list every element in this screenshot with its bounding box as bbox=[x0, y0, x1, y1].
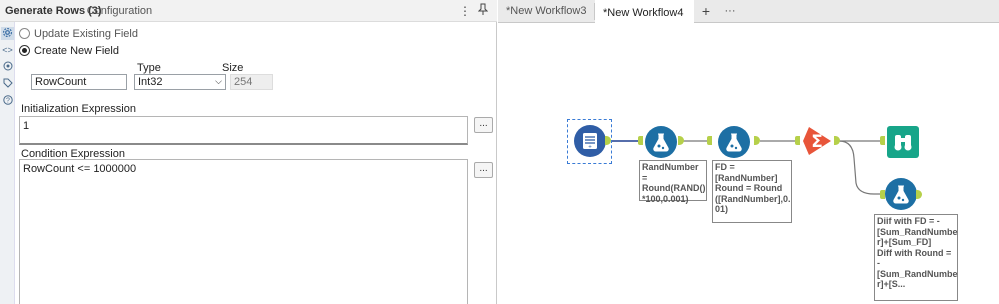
browse-binoculars-icon[interactable] bbox=[887, 126, 919, 158]
generate-rows-icon: + bbox=[574, 125, 606, 157]
formula-2-annotation: FD = [RandNumber] Round = Round ([RandNu… bbox=[712, 160, 792, 223]
init-expression-value: 1 bbox=[23, 120, 30, 132]
create-new-radio[interactable] bbox=[19, 45, 30, 56]
condition-expression-builder-button[interactable]: ... bbox=[474, 162, 493, 178]
config-subtitle: - Configuration bbox=[80, 5, 153, 17]
formula-flask-icon[interactable] bbox=[645, 126, 677, 158]
svg-text:?: ? bbox=[6, 98, 10, 105]
workflow-canvas[interactable]: + RandNumber = Round(RAND() *100,0.001) … bbox=[498, 23, 999, 304]
gear-icon[interactable] bbox=[1, 27, 14, 40]
input-anchor[interactable] bbox=[638, 136, 643, 145]
field-name-input[interactable]: RowCount bbox=[31, 74, 127, 90]
input-anchor[interactable] bbox=[707, 136, 712, 145]
code-icon[interactable]: <> bbox=[1, 44, 14, 57]
input-anchor[interactable] bbox=[795, 136, 800, 145]
configuration-panel: Generate Rows (3) - Configuration ⋮ <> ?… bbox=[0, 0, 497, 304]
size-label: Size bbox=[222, 62, 244, 74]
tab-new-workflow3[interactable]: *New Workflow3 bbox=[498, 0, 594, 23]
svg-text:+: + bbox=[588, 145, 592, 151]
condition-expression-editor[interactable]: RowCount <= 1000000 bbox=[19, 159, 468, 304]
init-expression-label: Initialization Expression bbox=[21, 103, 136, 115]
update-existing-label: Update Existing Field bbox=[34, 28, 138, 40]
plus-icon: + bbox=[701, 3, 711, 19]
create-new-label: Create New Field bbox=[34, 45, 119, 57]
config-side-rail: <> ? bbox=[0, 22, 15, 304]
svg-text:Σ: Σ bbox=[811, 132, 823, 152]
connector-5 bbox=[838, 140, 880, 195]
tab-label: *New Workflow3 bbox=[506, 5, 587, 17]
tab-new-workflow4[interactable]: *New Workflow4 × bbox=[595, 0, 694, 42]
size-input: 254 bbox=[230, 74, 273, 90]
more-tabs-button[interactable]: ··· bbox=[718, 0, 742, 23]
condition-expression-value: RowCount <= 1000000 bbox=[23, 163, 137, 175]
init-expression-editor[interactable]: 1 bbox=[19, 116, 468, 145]
type-select[interactable]: Int32 ⌵ bbox=[134, 74, 226, 90]
input-anchor[interactable] bbox=[880, 136, 885, 145]
more-icon: ··· bbox=[724, 5, 736, 17]
tab-label: *New Workflow4 bbox=[603, 7, 684, 19]
config-header: Generate Rows (3) - Configuration ⋮ bbox=[0, 0, 497, 22]
update-existing-radio[interactable] bbox=[19, 28, 30, 39]
chevron-down-icon: ⌵ bbox=[215, 76, 222, 86]
summarize-sigma-icon[interactable]: Σ bbox=[801, 125, 833, 157]
kebab-menu-icon[interactable]: ⋮ bbox=[458, 3, 472, 19]
formula-1-annotation: RandNumber = Round(RAND() *100,0.001) bbox=[639, 160, 707, 204]
target-icon[interactable] bbox=[1, 61, 14, 74]
help-icon[interactable]: ? bbox=[1, 95, 14, 108]
pin-icon[interactable] bbox=[476, 3, 490, 19]
type-select-value: Int32 bbox=[138, 76, 163, 88]
formula-flask-icon[interactable] bbox=[718, 126, 750, 158]
type-label: Type bbox=[137, 62, 161, 74]
formula-flask-icon[interactable] bbox=[885, 178, 917, 210]
formula-3-annotation: Diif with FD = - [Sum_RandNumbe r]+[Sum_… bbox=[874, 214, 958, 301]
add-tab-button[interactable]: + bbox=[694, 0, 718, 23]
workflow-tab-bar: *New Workflow3 *New Workflow4 × + ··· bbox=[498, 0, 999, 42]
init-expression-builder-button[interactable]: ... bbox=[474, 117, 493, 133]
tag-icon[interactable] bbox=[1, 78, 14, 91]
